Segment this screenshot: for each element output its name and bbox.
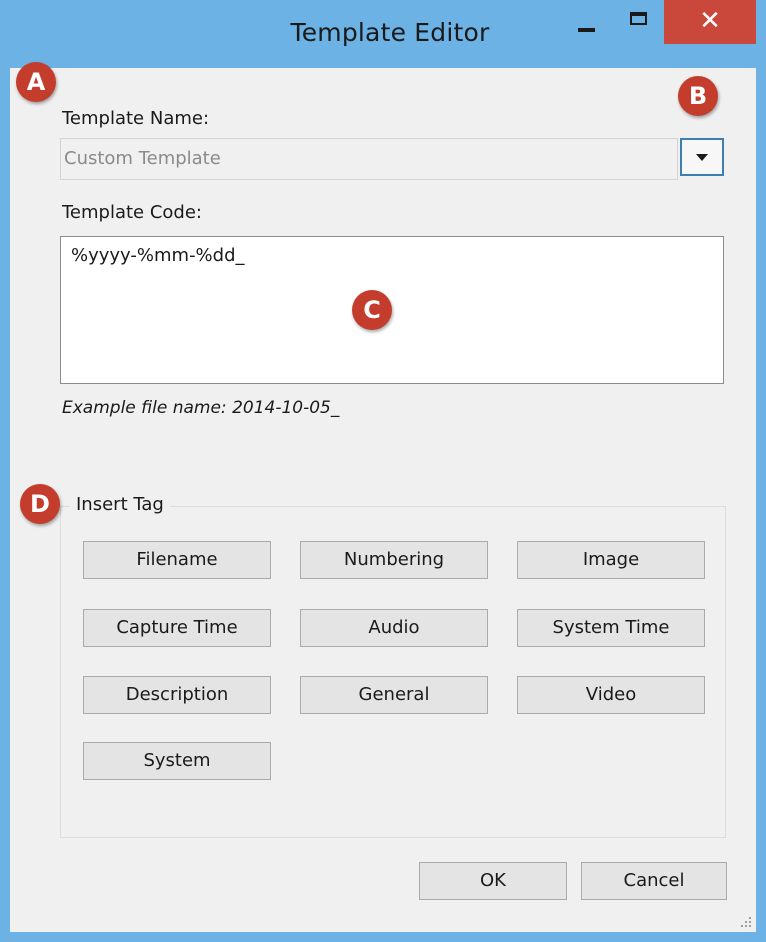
close-button[interactable]: ✕	[664, 0, 756, 44]
minimize-icon	[578, 28, 595, 32]
callout-badge-b: B	[678, 76, 718, 116]
dialog-body: Template Name: Custom Template Template …	[10, 68, 756, 932]
tag-button-general[interactable]: General	[300, 676, 488, 714]
template-name-label: Template Name:	[62, 108, 210, 129]
callout-badge-d: D	[20, 484, 60, 524]
insert-tag-title: Insert Tag	[70, 494, 170, 515]
maximize-button[interactable]	[620, 0, 664, 44]
close-icon: ✕	[699, 6, 721, 36]
tag-button-numbering[interactable]: Numbering	[300, 541, 488, 579]
template-code-textarea[interactable]: %yyyy-%mm-%dd_	[60, 236, 724, 384]
chevron-down-icon	[696, 154, 708, 161]
minimize-button[interactable]	[566, 0, 610, 44]
cancel-button[interactable]: Cancel	[581, 862, 727, 900]
tag-button-description[interactable]: Description	[83, 676, 271, 714]
tag-button-capture-time[interactable]: Capture Time	[83, 609, 271, 647]
maximize-icon	[630, 12, 647, 25]
resize-grip-icon[interactable]	[740, 916, 752, 928]
example-file-name: Example file name: 2014-10-05_	[62, 398, 340, 418]
callout-badge-a: A	[16, 62, 56, 102]
template-editor-window: Template Editor ✕ Template Name: Custom …	[0, 0, 766, 942]
template-name-field[interactable]: Custom Template	[60, 138, 678, 180]
tag-button-filename[interactable]: Filename	[83, 541, 271, 579]
tag-button-system[interactable]: System	[83, 742, 271, 780]
ok-button[interactable]: OK	[419, 862, 567, 900]
tag-button-image[interactable]: Image	[517, 541, 705, 579]
tag-button-system-time[interactable]: System Time	[517, 609, 705, 647]
template-dropdown-button[interactable]	[680, 138, 724, 176]
title-bar[interactable]: Template Editor ✕	[0, 0, 766, 68]
tag-button-video[interactable]: Video	[517, 676, 705, 714]
callout-badge-c: C	[352, 290, 392, 330]
template-code-label: Template Code:	[62, 202, 203, 223]
tag-button-audio[interactable]: Audio	[300, 609, 488, 647]
